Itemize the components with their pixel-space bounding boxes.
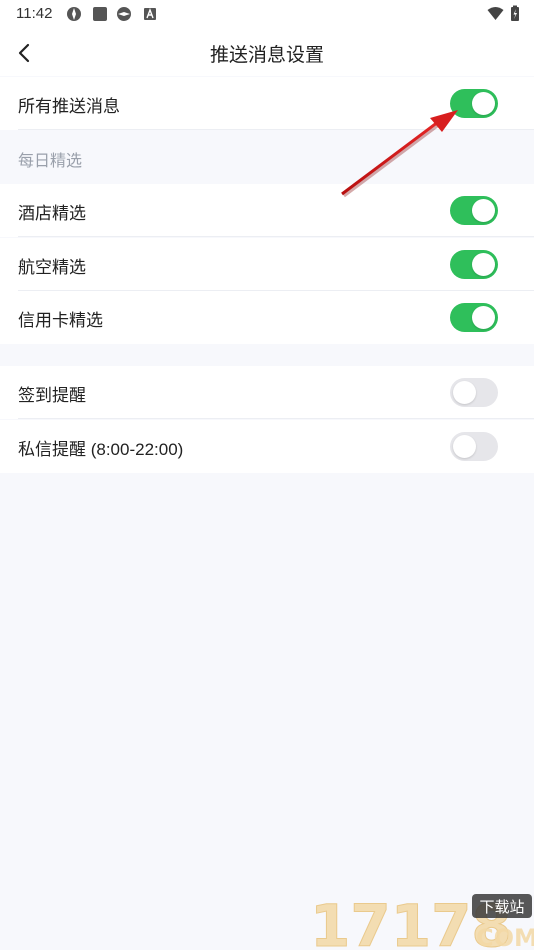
battery-charging-icon xyxy=(511,5,519,21)
a-notification-icon xyxy=(144,8,156,20)
setting-label: 酒店精选 xyxy=(18,204,86,223)
watermark-logo: 17178 下载站 COM xyxy=(310,892,534,950)
message-reminder-toggle[interactable] xyxy=(450,432,498,461)
toggle-knob xyxy=(472,253,495,276)
watermark-domain: COM xyxy=(476,924,534,950)
setting-label: 私信提醒 (8:00-22:00) xyxy=(18,440,184,459)
watermark-badge: 下载站 xyxy=(479,898,524,916)
setting-row-credit-card[interactable]: 信用卡精选 xyxy=(0,291,534,344)
section-title: 每日精选 xyxy=(18,153,83,170)
checkin-reminder-toggle[interactable] xyxy=(450,378,498,407)
setting-row-message-reminder[interactable]: 私信提醒 (8:00-22:00) xyxy=(0,420,534,473)
setting-row-airline[interactable]: 航空精选 xyxy=(0,238,534,291)
divider xyxy=(18,236,534,237)
toggle-knob xyxy=(472,92,495,115)
status-right-icons xyxy=(487,5,520,22)
divider xyxy=(18,418,534,419)
credit-card-picks-toggle[interactable] xyxy=(450,303,498,332)
toggle-knob xyxy=(453,435,476,458)
app-header: 推送消息设置 xyxy=(0,28,534,76)
app-notification-icon xyxy=(117,7,131,21)
square-notification-icon xyxy=(93,7,107,21)
app-notification-icon xyxy=(67,7,81,21)
airline-picks-toggle[interactable] xyxy=(450,250,498,279)
annotation-arrow-icon xyxy=(341,110,458,198)
setting-row-checkin-reminder[interactable]: 签到提醒 xyxy=(0,366,534,419)
setting-label: 所有推送消息 xyxy=(18,97,120,116)
setting-label: 信用卡精选 xyxy=(18,311,103,330)
wifi-icon xyxy=(487,7,504,20)
setting-label: 签到提醒 xyxy=(18,386,86,405)
toggle-knob xyxy=(472,199,495,222)
status-time: 11:42 xyxy=(16,5,53,22)
setting-label: 航空精选 xyxy=(18,258,86,277)
page-title: 推送消息设置 xyxy=(209,45,324,66)
status-bar: 11:42 xyxy=(0,0,534,28)
toggle-knob xyxy=(453,381,476,404)
toggle-knob xyxy=(472,306,495,329)
